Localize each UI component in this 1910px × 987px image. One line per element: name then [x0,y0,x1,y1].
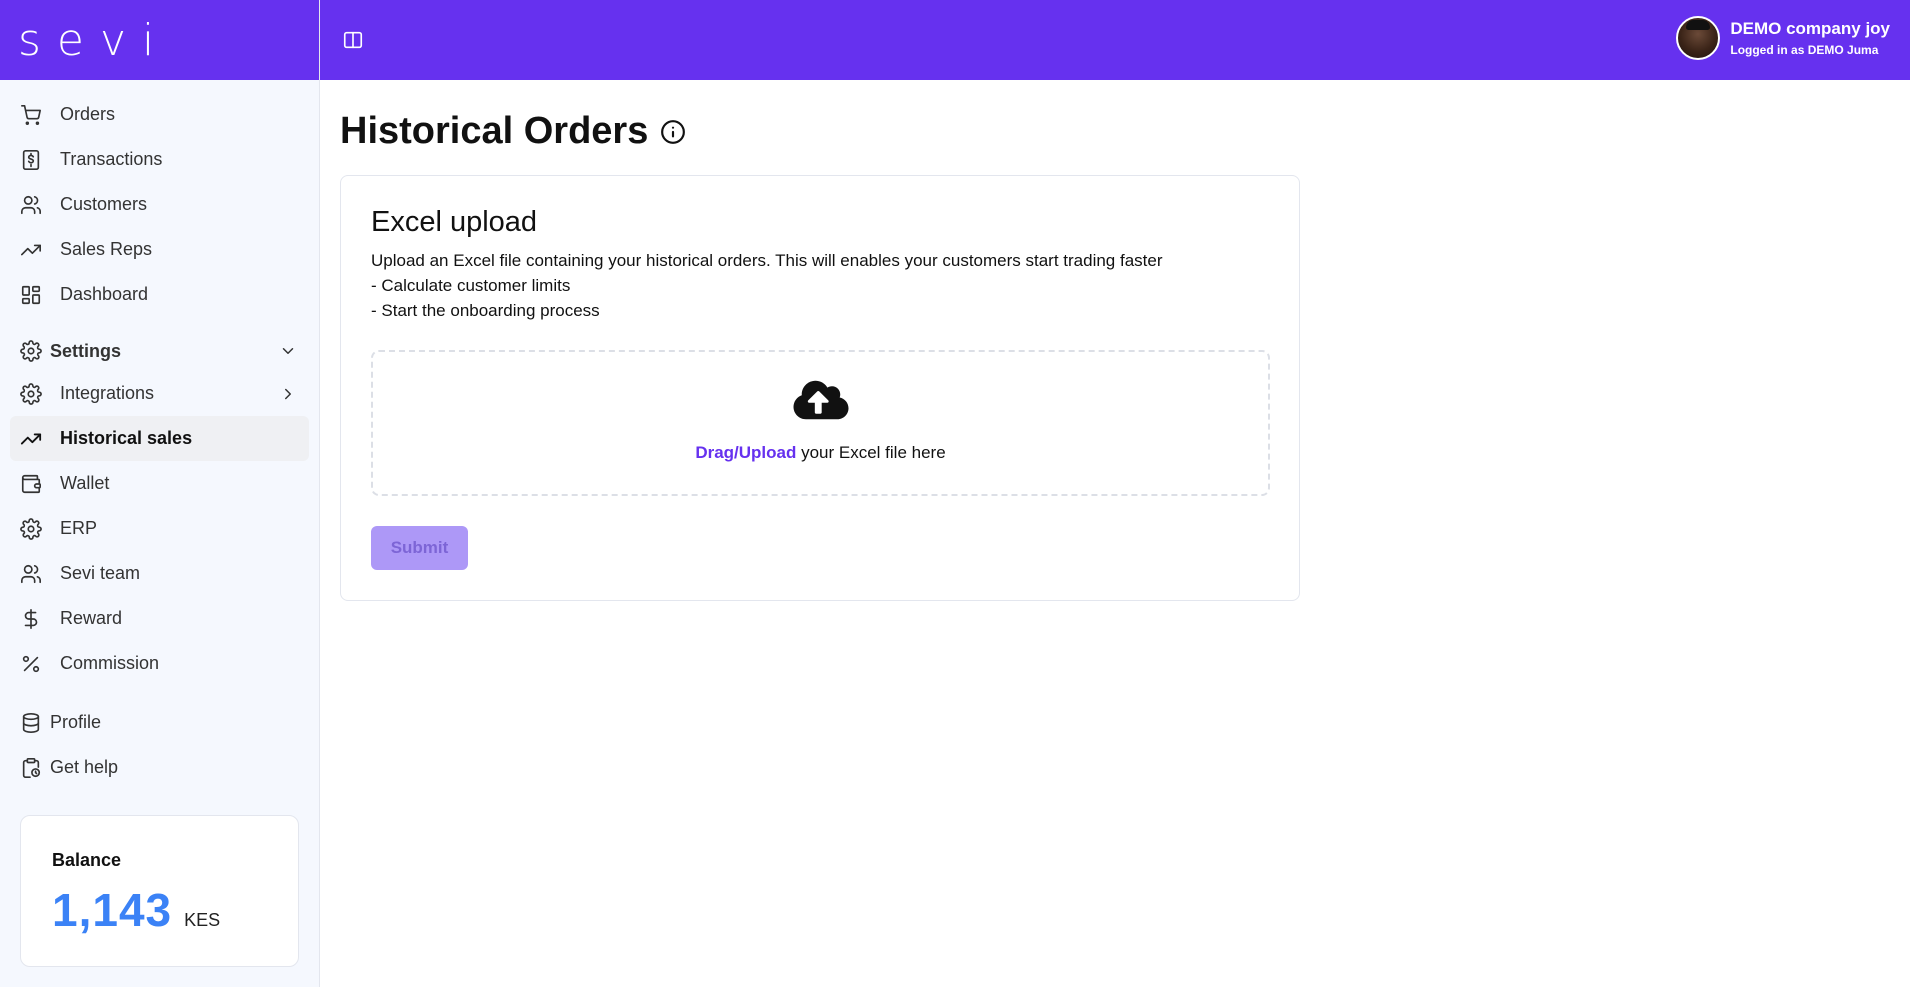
info-icon[interactable] [660,119,686,145]
user-login-status: Logged in as DEMO Juma [1730,43,1879,57]
gear-icon [20,382,42,405]
sidebar-item-label: Customers [60,194,148,214]
balance-card: Balance 1,143 KES [20,815,299,967]
dashboard-grid-icon [21,285,41,304]
chevron-right-icon [285,388,291,399]
user-menu[interactable]: DEMO company joy Logged in as DEMO Juma [1676,16,1890,60]
sidebar-item-label: Get help [50,757,119,777]
sidebar-item-label: Wallet [60,473,110,493]
sidebar-item-transactions[interactable]: Transactions [10,137,309,182]
sidebar-toggle-icon[interactable] [342,29,364,51]
wallet-icon [21,474,41,493]
sidebar-item-sales-reps[interactable]: Sales Reps [10,227,309,272]
sidebar-item-dashboard[interactable]: Dashboard [10,272,309,317]
chevron-down-icon [282,348,294,354]
dropzone-hint: your Excel file here [796,443,946,462]
trending-up-icon [20,433,42,444]
sidebar-item-wallet[interactable]: Wallet [10,461,309,506]
file-dropzone[interactable]: Drag/Upload your Excel file here [371,350,1270,496]
sidebar-item-label: Sevi team [60,563,141,583]
users-icon [21,195,41,214]
sidebar-item-label: ERP [60,518,98,538]
sidebar-item-label: Sales Reps [60,239,153,259]
submit-button[interactable]: Submit [371,526,468,570]
sidebar-item-reward[interactable]: Reward [10,596,309,641]
sidebar-item-label: Dashboard [60,284,149,304]
user-info: DEMO company joy Logged in as DEMO Juma [1730,19,1890,57]
sidebar-item-historical-sales[interactable]: Historical sales [10,416,309,461]
cart-icon [21,104,41,125]
sidebar-item-sevi-team[interactable]: Sevi team [10,551,309,596]
sevi-logo[interactable]: sevi [18,15,170,66]
database-icon [22,712,40,733]
sidebar-item-label: Commission [60,653,160,673]
sidebar: sevi Orders Transactions Customers Sales… [0,0,320,987]
sidebar-item-orders[interactable]: Orders [10,92,309,137]
trending-up-icon [21,244,41,255]
settings-section-label: Settings [50,340,122,361]
balance-value: 1,143 [52,884,173,936]
logo-bar: sevi [0,0,319,80]
card-description: Upload an Excel file containing your his… [371,248,1163,323]
card-title: Excel upload [371,206,538,238]
balance-currency: KES [184,910,221,930]
clipboard-icon [22,757,41,778]
sidebar-item-label: Reward [60,608,123,628]
dropzone-text: Drag/Upload your Excel file here [373,443,1268,463]
percent-icon [22,655,40,672]
gear-icon [20,517,42,540]
sidebar-item-commission[interactable]: Commission [10,641,309,686]
user-name: DEMO company joy [1730,19,1890,38]
balance-row: 1,143 KES [52,883,298,937]
sidebar-item-profile[interactable]: Profile [10,700,309,745]
top-bar: DEMO company joy Logged in as DEMO Juma [320,0,1910,80]
excel-upload-card: Excel upload Upload an Excel file contai… [340,175,1300,601]
sidebar-item-integrations[interactable]: Integrations [10,371,309,416]
sidebar-item-label: Profile [50,712,102,732]
sidebar-item-erp[interactable]: ERP [10,506,309,551]
users-icon [21,564,41,583]
dollar-receipt-icon [22,149,40,170]
description-line: - Calculate customer limits [371,276,571,295]
settings-section-toggle[interactable]: Settings [10,331,309,371]
sidebar-nav: Orders Transactions Customers Sales Reps… [0,80,319,790]
cloud-upload-icon [793,380,848,420]
sidebar-item-label: Historical sales [60,428,193,448]
sidebar-item-label: Transactions [60,149,163,169]
sidebar-item-label: Integrations [60,383,155,403]
description-line: - Start the onboarding process [371,301,600,320]
dollar-icon [24,608,38,629]
description-line: Upload an Excel file containing your his… [371,251,1163,270]
sidebar-item-label: Orders [60,104,116,124]
sidebar-item-get-help[interactable]: Get help [10,745,309,790]
balance-label: Balance [52,850,122,870]
page-title-row: Historical Orders [340,110,686,153]
sidebar-item-customers[interactable]: Customers [10,182,309,227]
page-title: Historical Orders [340,110,649,152]
avatar[interactable] [1676,16,1721,60]
gear-icon [20,340,42,362]
drag-upload-link[interactable]: Drag/Upload [695,443,796,462]
